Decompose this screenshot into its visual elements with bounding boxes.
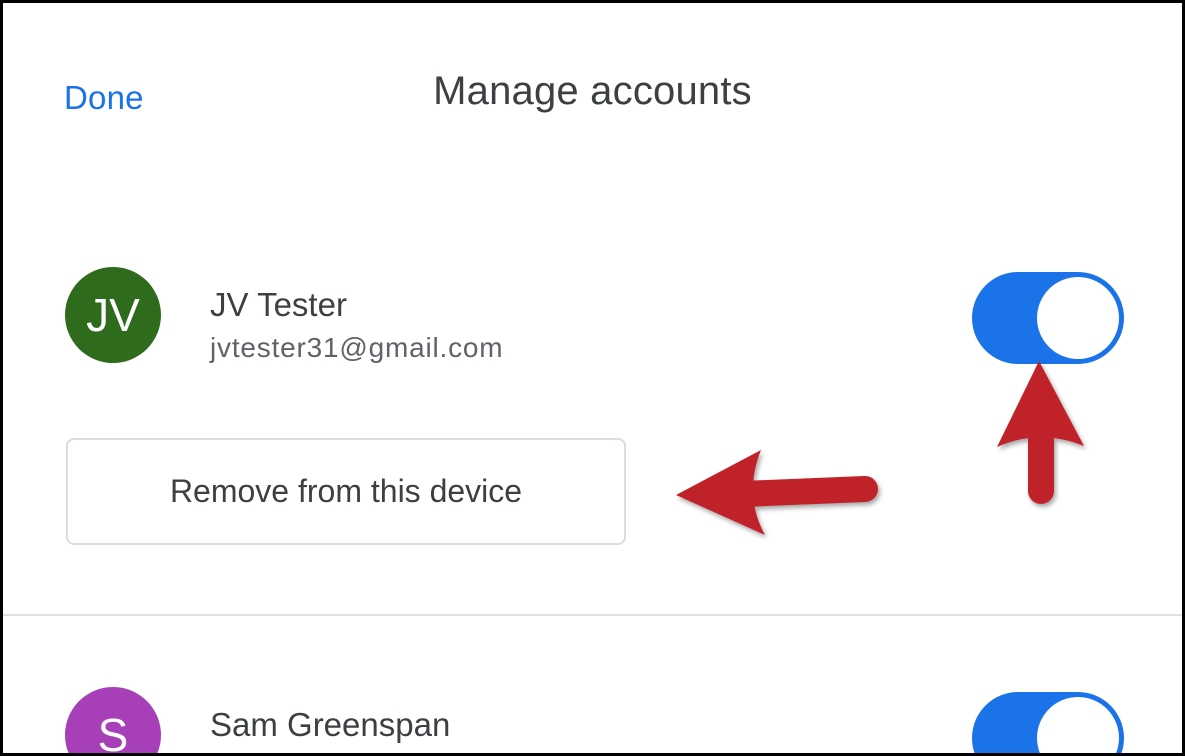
avatar-initials: S — [97, 709, 129, 756]
toggle-knob — [1037, 277, 1119, 359]
annotation-overlay — [676, 361, 1084, 535]
app-frame: Done Manage accounts JV JV Tester jvtest… — [0, 0, 1185, 756]
avatar-initials: JV — [86, 289, 140, 341]
remove-from-device-button[interactable]: Remove from this device — [66, 438, 626, 545]
account-sync-toggle[interactable] — [972, 272, 1124, 364]
account-sync-toggle[interactable] — [972, 692, 1124, 753]
avatar: JV — [65, 267, 161, 363]
toggle-knob — [1037, 697, 1119, 753]
arrow-up-icon — [997, 361, 1084, 504]
account-email: jvtester31@gmail.com — [210, 332, 504, 363]
divider — [3, 614, 1182, 616]
account-name: JV Tester — [210, 286, 347, 323]
page-title: Manage accounts — [433, 69, 752, 113]
account-name: Sam Greenspan — [210, 706, 451, 743]
avatar: S — [65, 687, 161, 756]
arrow-left-icon — [676, 450, 878, 535]
